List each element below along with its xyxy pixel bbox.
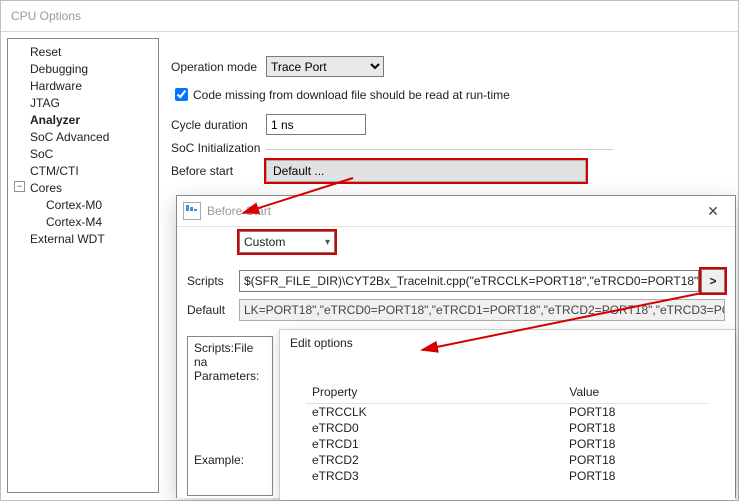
window-title: CPU Options [11,9,81,23]
sidebar-item-cortex-m0[interactable]: Cortex-M0 [8,196,158,213]
cycle-duration-input[interactable] [266,114,366,135]
table-row[interactable]: eTRCD0PORT18 [306,420,709,436]
edit-options-table: Property Value eTRCCLKPORT18 eTRCD0PORT1… [306,381,709,484]
close-icon[interactable]: ✕ [691,197,735,226]
info-line: Parameters: [194,369,266,383]
sidebar-label: Debugging [30,62,88,76]
options-tree: Reset Debugging Hardware JTAG Analyzer S… [7,38,159,493]
col-value: Value [563,381,709,403]
default-line: LK=PORT18","eTRCD0=PORT18","eTRCD1=PORT1… [239,299,725,321]
chevron-down-icon: ▾ [325,237,330,248]
sidebar-label: Analyzer [30,113,80,127]
table-row[interactable]: eTRCD2PORT18 [306,452,709,468]
init-type-select[interactable]: Custom ▾ [239,231,335,253]
sidebar-label: External WDT [30,232,105,246]
dialog-body: Custom ▾ Scripts $(SFR_FILE_DIR)\CYT2Bx_… [187,231,735,498]
before-start-label: Before start [171,164,266,178]
sidebar-item-ctm-cti[interactable]: CTM/CTI [8,162,158,179]
sidebar-item-soc[interactable]: SoC [8,145,158,162]
sidebar-item-hardware[interactable]: Hardware [8,77,158,94]
before-start-dialog: Before Start ✕ Custom ▾ Scripts $(SFR_FI… [176,195,736,498]
code-missing-label[interactable]: Code missing from download file should b… [193,88,510,102]
app-icon [183,202,201,220]
init-type-value: Custom [244,235,285,249]
default-label: Default [187,303,239,317]
sidebar-label: Cortex-M0 [46,198,102,212]
sidebar-item-external-wdt[interactable]: External WDT [8,230,158,247]
scripts-label: Scripts [187,274,239,288]
sidebar-item-reset[interactable]: Reset [8,43,158,60]
sidebar-item-jtag[interactable]: JTAG [8,94,158,111]
sidebar-label: SoC Advanced [30,130,109,144]
sidebar-label: CTM/CTI [30,164,79,178]
table-row[interactable]: eTRCCLKPORT18 [306,404,709,420]
dialog-titlebar: Before Start ✕ [177,196,735,227]
code-missing-checkbox[interactable] [175,88,188,101]
info-line: Scripts:File na [194,341,266,369]
cycle-duration-label: Cycle duration [171,118,266,132]
sidebar-item-cortex-m4[interactable]: Cortex-M4 [8,213,158,230]
sidebar-label: Cortex-M4 [46,215,102,229]
sidebar-item-soc-advanced[interactable]: SoC Advanced [8,128,158,145]
dialog-title: Before Start [207,204,271,218]
sidebar-item-analyzer[interactable]: Analyzer [8,111,158,128]
soc-init-label: SoC Initialization [171,141,266,155]
col-property: Property [306,381,563,403]
info-line: Example: [194,453,266,467]
window-titlebar: CPU Options [1,1,738,32]
info-panel: Scripts:File na Parameters: Example: [187,336,273,496]
sidebar-label: Cores [30,181,62,195]
expand-scripts-button[interactable]: > [701,269,725,293]
minus-icon[interactable]: − [14,181,25,192]
operation-mode-label: Operation mode [171,60,266,74]
sidebar-label: Hardware [30,79,82,93]
table-header: Property Value [306,381,709,404]
edit-options-title: Edit options [280,330,735,356]
sidebar-label: SoC [30,147,53,161]
sidebar-item-cores[interactable]: − Cores [8,179,158,196]
table-row[interactable]: eTRCD3PORT18 [306,468,709,484]
edit-options-panel: Edit options Property Value eTRCCLKPORT1… [279,329,735,500]
table-row[interactable]: eTRCD1PORT18 [306,436,709,452]
sidebar-label: JTAG [30,96,60,110]
sidebar-item-debugging[interactable]: Debugging [8,60,158,77]
sidebar-label: Reset [30,45,61,59]
scripts-input[interactable]: $(SFR_FILE_DIR)\CYT2Bx_TraceInit.cpp("eT… [239,270,699,292]
operation-mode-select[interactable]: Trace Port [266,56,384,77]
